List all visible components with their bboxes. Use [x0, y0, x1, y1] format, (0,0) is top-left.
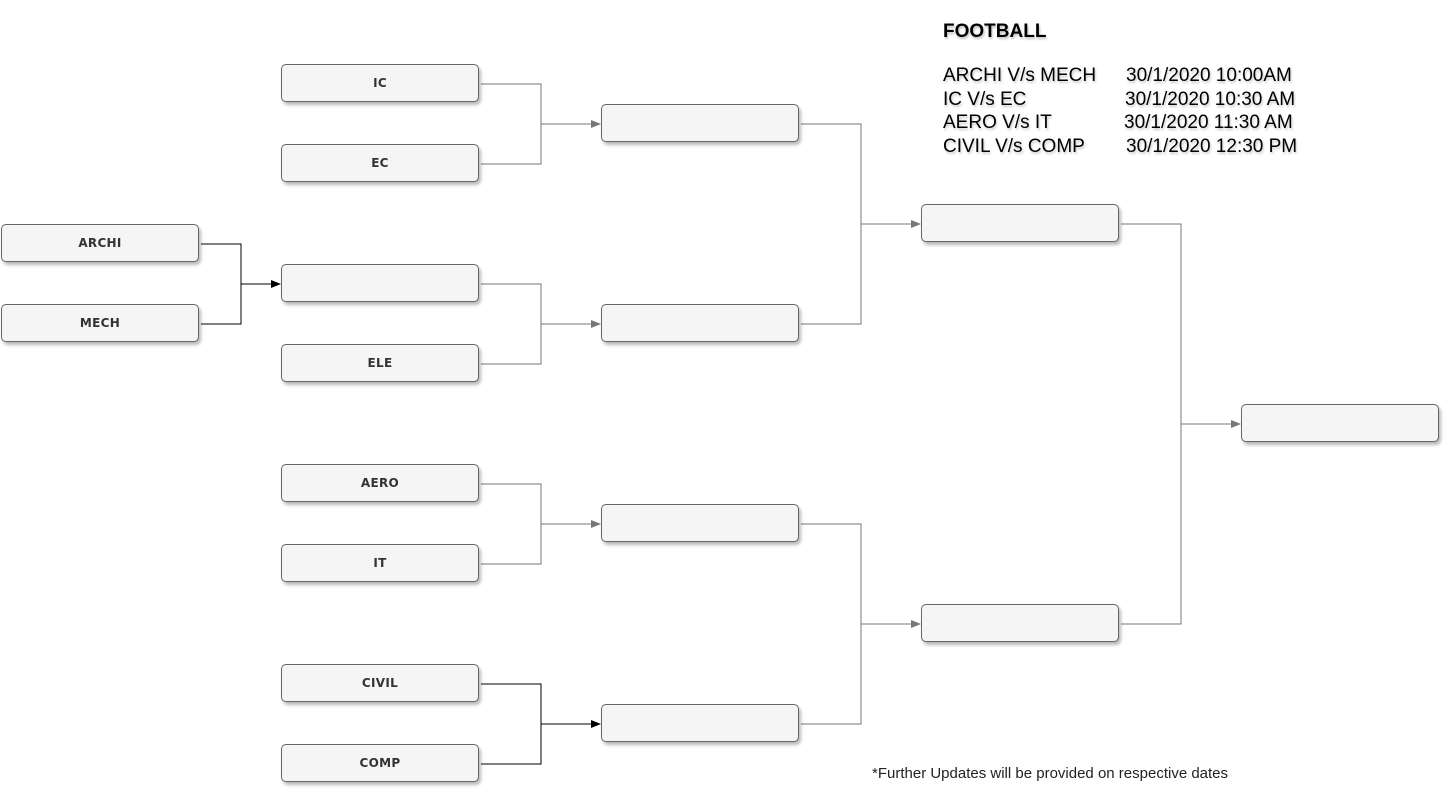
winner-box-ele-match — [601, 304, 799, 342]
team-label-mech: MECH — [79, 316, 121, 330]
connector-final — [1121, 223, 1241, 625]
schedule-datetime: 30/1/2020 11:30 AM — [1124, 112, 1293, 133]
semifinal-box-bottom — [921, 604, 1119, 642]
team-box-comp: COMP — [281, 744, 479, 782]
team-label-ic: IC — [373, 76, 387, 90]
winner-box-ic-ec — [601, 104, 799, 142]
page-title: FOOTBALL — [943, 21, 1047, 42]
team-box-aero: AERO — [281, 464, 479, 502]
footnote: *Further Updates will be provided on res… — [872, 765, 1229, 782]
winner-box-archi-mech — [281, 264, 479, 302]
team-label-aero: AERO — [360, 476, 400, 490]
semifinal-box-top — [921, 204, 1119, 242]
team-label-comp: COMP — [359, 756, 401, 770]
schedule-datetime: 30/1/2020 10:00AM — [1126, 65, 1292, 86]
schedule-datetime: 30/1/2020 10:30 AM — [1125, 88, 1296, 110]
team-box-ic: IC — [281, 64, 479, 102]
schedule-datetime: 30/1/2020 12:30 PM — [1126, 135, 1298, 157]
team-box-it: IT — [281, 544, 479, 582]
team-box-archi: ARCHI — [1, 224, 199, 262]
connector-semi-top — [801, 123, 921, 325]
connector-civil-comp — [481, 683, 601, 765]
connector-aero-it — [481, 483, 601, 565]
connector-winner-ele — [481, 283, 601, 365]
winner-box-civil-comp — [601, 704, 799, 742]
schedule-match: AERO V/s IT — [943, 112, 1052, 133]
team-box-ec: EC — [281, 144, 479, 182]
final-box — [1241, 404, 1439, 442]
team-box-ele: ELE — [281, 344, 479, 382]
team-label-archi: ARCHI — [78, 236, 122, 250]
team-label-ele: ELE — [367, 356, 393, 370]
team-box-mech: MECH — [1, 304, 199, 342]
connector-semi-bottom — [801, 523, 921, 725]
schedule-match: CIVIL V/s COMP — [943, 135, 1085, 157]
team-label-ec: EC — [371, 156, 389, 170]
team-label-it: IT — [373, 556, 387, 570]
schedule-match: IC V/s EC — [943, 88, 1027, 110]
winner-box-aero-it — [601, 504, 799, 542]
connector-archi-mech — [201, 243, 281, 325]
team-label-civil: CIVIL — [361, 676, 399, 690]
team-box-civil: CIVIL — [281, 664, 479, 702]
schedule-match: ARCHI V/s MECH — [943, 65, 1097, 86]
connector-ic-ec — [481, 83, 601, 165]
